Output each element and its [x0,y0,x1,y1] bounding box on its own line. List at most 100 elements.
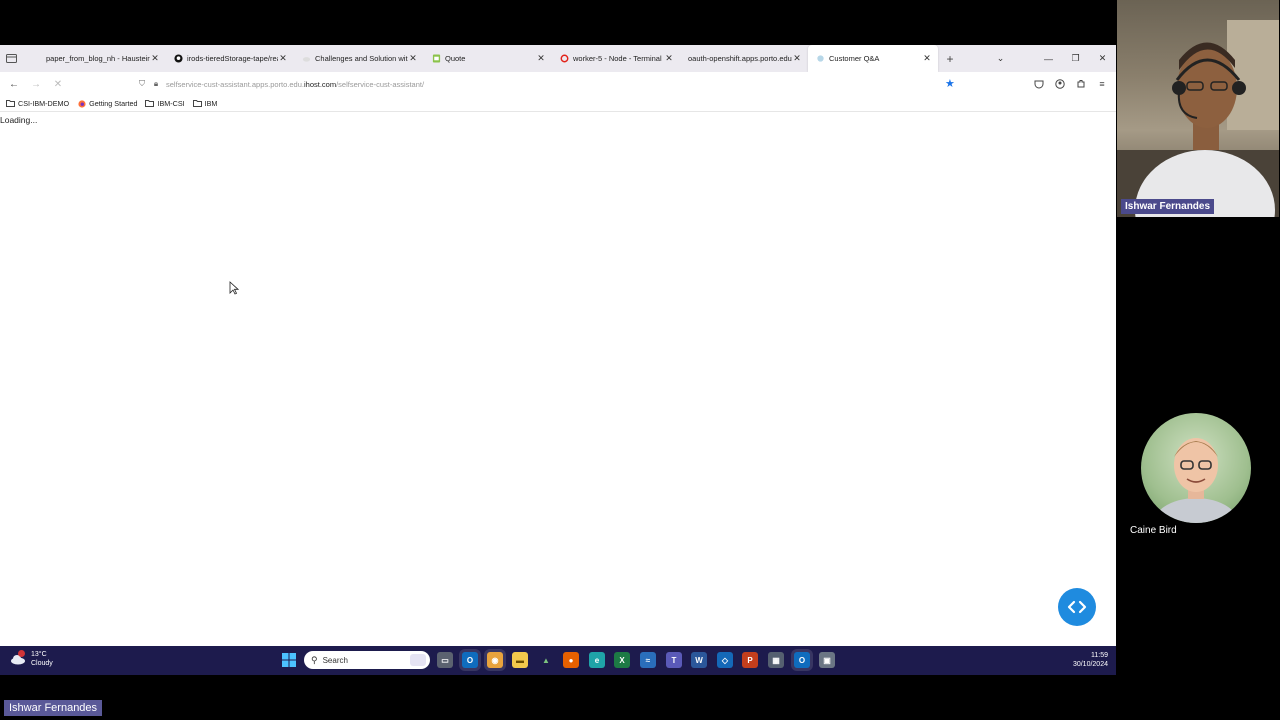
back-icon[interactable]: ← [3,73,25,95]
tab-quote[interactable]: Quote ✕ [424,45,552,72]
close-tab-icon[interactable]: ✕ [278,53,288,64]
tracking-protection-icon[interactable]: ⛉ [135,79,149,89]
github-icon [174,54,183,63]
word-icon[interactable]: W [691,652,707,668]
stop-loading-icon[interactable]: ✕ [47,73,69,95]
outlook-new-icon[interactable]: O [794,652,810,668]
outlook-icon[interactable]: O [462,652,478,668]
loading-text: Loading... [0,115,38,125]
shared-screen: paper_from_blog_nh - Hausteir ✕ irods-ti… [0,45,1116,675]
pocket-icon[interactable] [1031,76,1047,92]
active-speaker-label: Ishwar Fernandes [4,700,103,716]
participant-tile-caine[interactable]: Caine Bird [1117,405,1279,545]
tab-oauth[interactable]: oauth-openshift.apps.porto.edu.ihc ✕ [680,45,808,72]
tab-label: oauth-openshift.apps.porto.edu.ihc [688,54,792,63]
account-icon[interactable] [1052,76,1068,92]
firefox-icon [77,99,86,108]
tab-strip: paper_from_blog_nh - Hausteir ✕ irods-ti… [0,45,1116,72]
task-view-icon[interactable]: ▭ [437,652,453,668]
mouse-cursor-icon [229,281,240,295]
code-toggle-button[interactable] [1058,588,1096,626]
bookmarks-toolbar: CSI-IBM-DEMO Getting Started IBM-CSI IBM [0,96,1116,112]
participant-video-presenter[interactable]: Ishwar Fernandes [1117,0,1279,217]
close-tab-icon[interactable]: ✕ [792,53,802,64]
taskbar-search-input[interactable]: ⚲ Search [304,651,430,669]
weather-temp: 13°C [31,651,47,658]
teams-icon[interactable]: T [666,652,682,668]
clock-time: 11:59 [1091,652,1108,659]
tab-list-icon[interactable] [0,45,22,72]
app-triangle-icon[interactable]: ▲ [538,652,554,668]
bookmark-getting-started[interactable]: Getting Started [77,99,137,108]
weather-widget[interactable]: 13°C Cloudy [10,650,53,668]
windows-taskbar: 13°C Cloudy ⚲ Search ▭ O ◉ ▬ ▲ ● e X ≈ T… [0,646,1116,675]
edge-icon[interactable]: e [589,652,605,668]
sheets-icon [432,54,441,63]
powerpoint-icon[interactable]: P [742,652,758,668]
firefox-taskbar-icon[interactable]: ● [563,652,579,668]
vscode-icon[interactable]: ◇ [717,652,733,668]
folder-icon [192,100,202,108]
search-icon: ⚲ [311,654,318,665]
tab-label: Customer Q&A [829,54,880,63]
url-host: ihost.com [303,79,337,89]
tab-label: Challenges and Solution with T [315,54,408,63]
tab-label: irods-tieredStorage-tape/readm [187,54,278,63]
close-tab-icon[interactable]: ✕ [536,53,546,64]
weather-condition: Cloudy [31,660,53,667]
excel-icon[interactable]: X [614,652,630,668]
menu-icon[interactable]: ≡ [1094,76,1110,92]
bookmark-label: IBM-CSI [157,99,185,108]
app-bird-icon[interactable]: ≈ [640,652,656,668]
remote-desktop-icon[interactable]: ▣ [819,652,835,668]
participant-name: Caine Bird [1130,525,1177,536]
url-prefix: selfservice-cust-assistant.apps.porto.ed… [166,79,304,89]
participant-name-tag: Ishwar Fernandes [1121,199,1215,214]
bookmark-star-icon[interactable]: ★ [945,77,955,90]
new-tab-icon[interactable]: + [938,52,962,66]
avatar [1141,413,1251,523]
tab-label: paper_from_blog_nh - Hausteir [46,54,150,63]
tab-label: Quote [445,54,466,63]
extensions-icon[interactable] [1073,76,1089,92]
folder-icon [145,100,155,108]
openshift-icon [560,54,569,63]
bookmark-ibm[interactable]: IBM [192,99,217,108]
close-tab-icon[interactable]: ✕ [408,53,418,64]
list-all-tabs-icon[interactable]: ⌄ [987,45,1014,72]
tab-paper-from-blog[interactable]: paper_from_blog_nh - Hausteir ✕ [38,45,166,72]
bookmark-ibm-csi[interactable]: IBM-CSI [145,99,185,108]
windows-start-icon[interactable] [281,652,297,668]
participant-video-frame [1117,20,1279,217]
forward-icon[interactable]: → [25,73,47,95]
bookmark-label: CSI-IBM-DEMO [18,99,70,108]
close-tab-icon[interactable]: ✕ [664,53,674,64]
lock-icon[interactable]: 🔒︎ [149,79,163,89]
calculator-icon[interactable]: ▦ [768,652,784,668]
taskbar-clock[interactable]: 11:59 30/10/2024 [1062,651,1108,669]
restore-icon[interactable]: ❐ [1062,45,1089,72]
bookmark-label: Getting Started [89,99,138,108]
tab-challenges[interactable]: Challenges and Solution with T ✕ [294,45,424,72]
cloud-icon [10,650,26,665]
minimize-icon[interactable]: — [1035,45,1062,72]
url-path: /selfservice-cust-assistant/ [336,79,425,89]
address-bar[interactable]: ⛉ 🔒︎ selfservice-cust-assistant.apps.por… [135,74,963,94]
tab-customer-qa[interactable]: Customer Q&A ✕ [808,45,938,72]
chrome-icon[interactable]: ◉ [487,652,503,668]
close-tab-icon[interactable]: ✕ [922,53,932,64]
tab-irods[interactable]: irods-tieredStorage-tape/readm ✕ [166,45,294,72]
close-tab-icon[interactable]: ✕ [150,53,160,64]
bookmark-csi-ibm-demo[interactable]: CSI-IBM-DEMO [6,99,69,108]
folder-icon [6,100,15,108]
tab-label: worker-5 - Node - Terminal - Re [573,54,664,63]
file-explorer-icon[interactable]: ▬ [512,652,528,668]
clock-date: 30/10/2024 [1072,661,1108,668]
search-highlight-icon [410,654,426,666]
meeting-stage: paper_from_blog_nh - Hausteir ✕ irods-ti… [0,0,1280,720]
tab-worker-5[interactable]: worker-5 - Node - Terminal - Re ✕ [552,45,680,72]
close-window-icon[interactable]: ✕ [1089,45,1116,72]
globe-icon [816,54,825,63]
page-content: Loading... [0,113,1116,646]
notification-badge [18,650,25,657]
